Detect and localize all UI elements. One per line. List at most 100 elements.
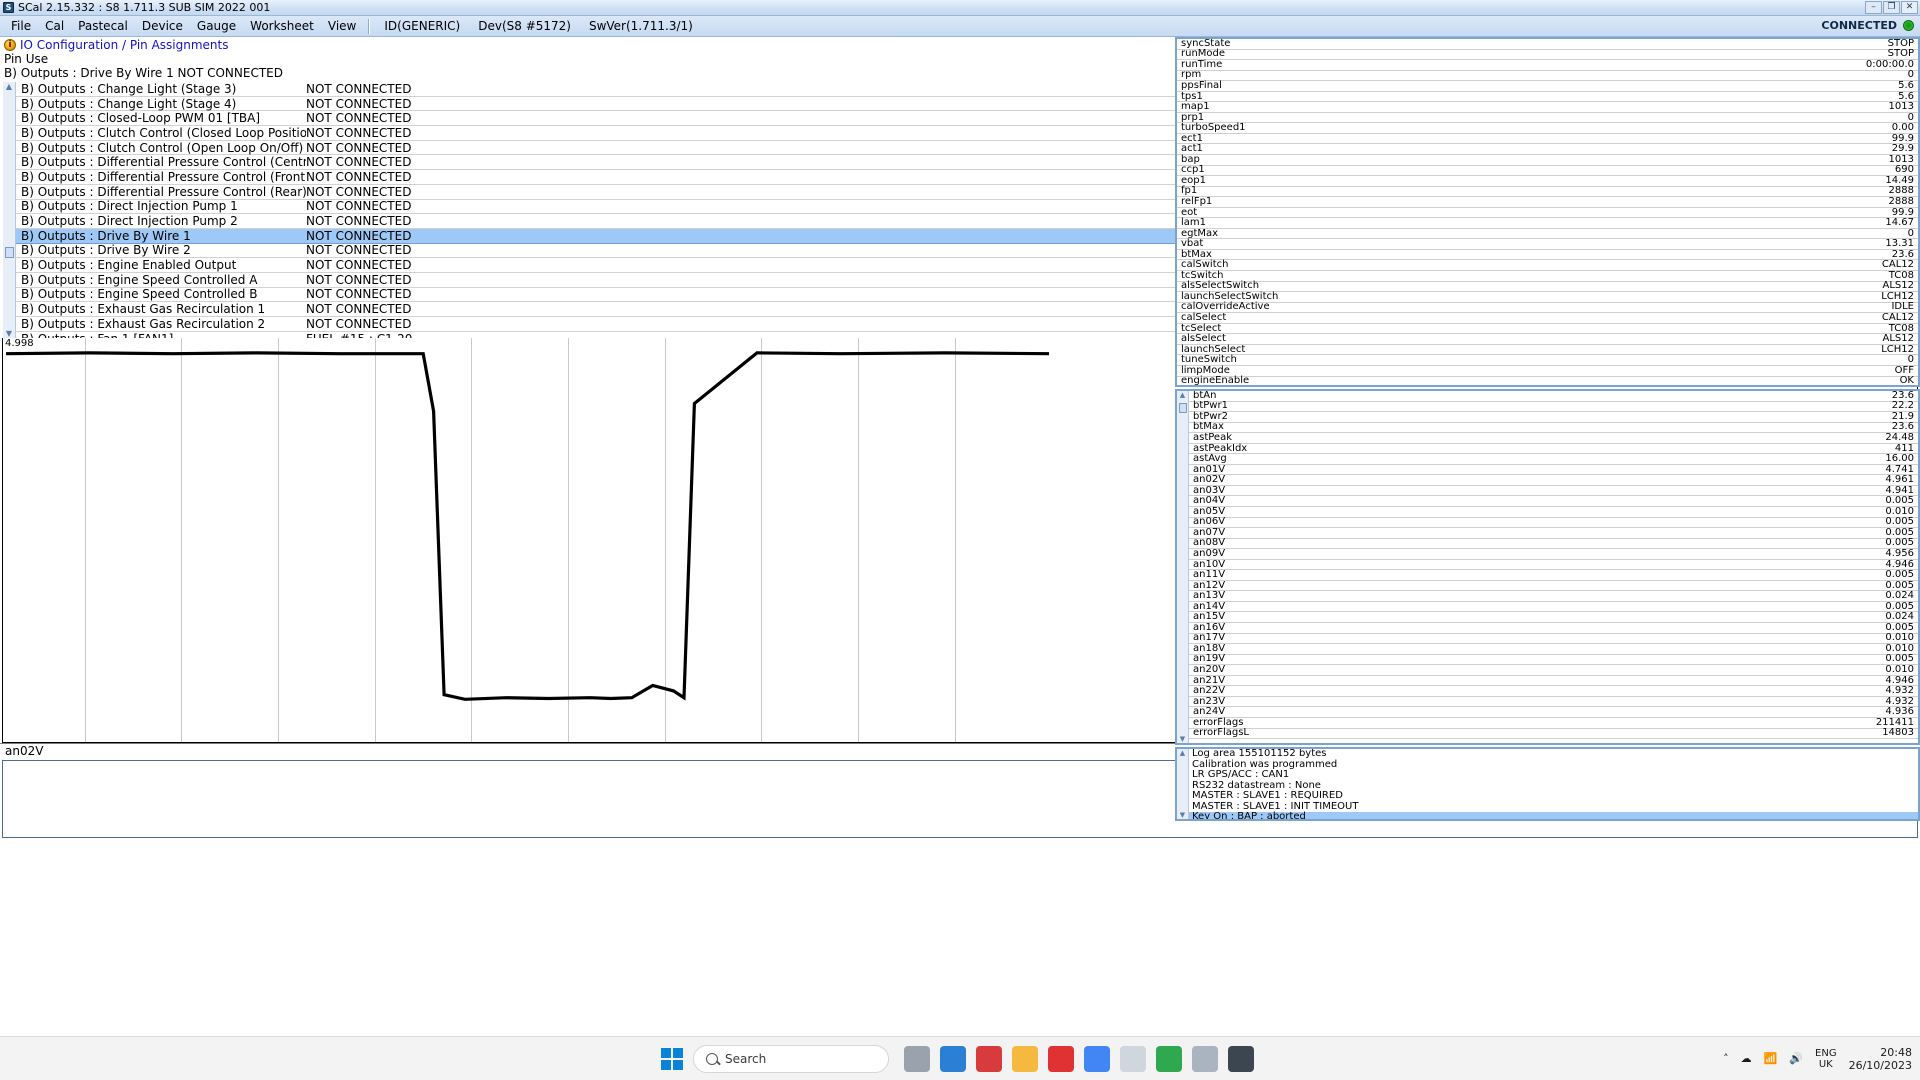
menu-gauge[interactable]: Gauge (190, 17, 243, 35)
analog-panel-scrollbar[interactable]: ▲ ▼ (1177, 391, 1189, 743)
widgets-icon[interactable] (940, 1046, 966, 1072)
windows-logo-icon[interactable] (661, 1048, 683, 1070)
scroll-down-icon[interactable]: ▼ (1177, 811, 1188, 819)
scroll-down-icon[interactable]: ▼ (3, 329, 15, 338)
data-row[interactable]: an07V0.005 (1189, 528, 1918, 539)
data-row[interactable]: fp12888 (1177, 187, 1918, 198)
data-row[interactable]: btMax23.6 (1177, 250, 1918, 261)
data-row[interactable]: vbat13.31 (1177, 239, 1918, 250)
onedrive-icon[interactable]: ☁ (1741, 1052, 1752, 1065)
data-row[interactable]: astPeak24.48 (1189, 433, 1918, 444)
data-row[interactable]: alsSelectSwitchALS12 (1177, 282, 1918, 293)
log-row[interactable]: MASTER : SLAVE1 : REQUIRED (1189, 791, 1918, 802)
teams-icon[interactable] (976, 1046, 1002, 1072)
data-row[interactable]: an15V0.024 (1189, 612, 1918, 623)
paint-icon[interactable] (1120, 1046, 1146, 1072)
data-row[interactable]: an09V4.956 (1189, 549, 1918, 560)
minimize-button[interactable]: – (1865, 1, 1882, 14)
data-row[interactable]: ect199.9 (1177, 134, 1918, 145)
data-row[interactable]: tcSwitchTC08 (1177, 271, 1918, 282)
scroll-thumb[interactable] (5, 247, 14, 258)
data-row[interactable]: lam114.67 (1177, 218, 1918, 229)
opera-icon[interactable] (1048, 1046, 1074, 1072)
data-row[interactable]: launchSelectSwitchLCH12 (1177, 292, 1918, 303)
dropbox-icon[interactable] (1156, 1046, 1182, 1072)
menu-cal[interactable]: Cal (38, 17, 71, 35)
clock[interactable]: 20:48 26/10/2023 (1849, 1046, 1912, 1072)
task-view-icon[interactable] (904, 1046, 930, 1072)
data-row[interactable]: an12V0.005 (1189, 581, 1918, 592)
data-row[interactable]: calSwitchCAL12 (1177, 260, 1918, 271)
data-row[interactable]: prp10 (1177, 113, 1918, 124)
data-row[interactable]: an19V0.005 (1189, 655, 1918, 666)
data-row[interactable]: astAvg16.00 (1189, 454, 1918, 465)
data-row[interactable]: an04V0.005 (1189, 496, 1918, 507)
data-row[interactable]: btPwr122.2 (1189, 402, 1918, 413)
data-row[interactable]: an08V0.005 (1189, 539, 1918, 550)
data-row[interactable]: an21V4.946 (1189, 676, 1918, 687)
data-row[interactable]: bap1013 (1177, 155, 1918, 166)
menu-worksheet[interactable]: Worksheet (243, 17, 321, 35)
menu-device[interactable]: Device (135, 17, 190, 35)
data-row[interactable]: tcSelectTC08 (1177, 324, 1918, 335)
scroll-up-icon[interactable]: ▲ (1177, 391, 1188, 399)
network-icon[interactable]: 📶 (1764, 1052, 1778, 1065)
data-row[interactable]: an01V4.741 (1189, 465, 1918, 476)
log-row[interactable]: Calibration was programmed (1189, 760, 1918, 771)
tray-chevron-icon[interactable]: ˄ (1723, 1052, 1729, 1065)
data-row[interactable]: btPwr221.9 (1189, 412, 1918, 423)
data-row[interactable]: tuneSwitch0 (1177, 355, 1918, 366)
data-row[interactable]: launchSelectLCH12 (1177, 345, 1918, 356)
data-row[interactable]: an13V0.024 (1189, 591, 1918, 602)
log-panel-scrollbar[interactable]: ▲ ▼ (1177, 749, 1189, 819)
volume-icon[interactable]: 🔊 (1789, 1052, 1803, 1065)
data-row[interactable]: syncStateSTOP (1177, 39, 1918, 50)
data-row[interactable]: engineEnableOK (1177, 377, 1918, 388)
data-row[interactable]: relFp12888 (1177, 197, 1918, 208)
word-icon[interactable] (1192, 1046, 1218, 1072)
scal-icon[interactable] (1228, 1046, 1254, 1072)
language-indicator[interactable]: ENG UK (1815, 1048, 1837, 1070)
data-row[interactable]: errorFlagsL14803 (1189, 729, 1918, 740)
file-explorer-icon[interactable] (1012, 1046, 1038, 1072)
data-row[interactable]: an18V0.010 (1189, 644, 1918, 655)
scroll-up-icon[interactable]: ▲ (3, 82, 15, 91)
maximize-button[interactable]: ❐ (1883, 1, 1900, 14)
log-row[interactable]: Log area 155101152 bytes (1189, 749, 1918, 760)
data-row[interactable]: limpModeOFF (1177, 366, 1918, 377)
data-row[interactable]: calSelectCAL12 (1177, 313, 1918, 324)
log-row[interactable]: Key On : BAP : aborted (1189, 812, 1918, 821)
menu-pastecal[interactable]: Pastecal (71, 17, 135, 35)
menu-file[interactable]: File (4, 17, 38, 35)
data-row[interactable]: an10V4.946 (1189, 560, 1918, 571)
data-row[interactable]: btAn23.6 (1189, 391, 1918, 402)
data-row[interactable]: ccp1690 (1177, 166, 1918, 177)
scroll-up-icon[interactable]: ▲ (1177, 749, 1188, 757)
data-row[interactable]: an11V0.005 (1189, 570, 1918, 581)
data-row[interactable]: eop114.49 (1177, 176, 1918, 187)
data-row[interactable]: an16V0.005 (1189, 623, 1918, 634)
menu-view[interactable]: View (321, 17, 363, 35)
log-row[interactable]: LR GPS/ACC : CAN1 (1189, 770, 1918, 781)
data-row[interactable]: egtMax0 (1177, 229, 1918, 240)
data-row[interactable]: an22V4.932 (1189, 686, 1918, 697)
data-row[interactable]: an03V4.941 (1189, 486, 1918, 497)
data-row[interactable]: an06V0.005 (1189, 518, 1918, 529)
data-row[interactable]: ppsFinal5.6 (1177, 81, 1918, 92)
scroll-thumb[interactable] (1179, 403, 1187, 413)
data-row[interactable]: act129.9 (1177, 144, 1918, 155)
data-row[interactable]: rpm0 (1177, 71, 1918, 82)
data-row[interactable]: an14V0.005 (1189, 602, 1918, 613)
search-input[interactable]: Search (693, 1045, 889, 1073)
chrome-icon[interactable] (1084, 1046, 1110, 1072)
data-row[interactable]: tps15.6 (1177, 92, 1918, 103)
data-row[interactable]: eot99.9 (1177, 208, 1918, 219)
data-row[interactable]: btMax23.6 (1189, 423, 1918, 434)
data-row[interactable]: an20V0.010 (1189, 665, 1918, 676)
data-row[interactable]: calOverrideActiveIDLE (1177, 303, 1918, 314)
data-row[interactable]: an23V4.932 (1189, 697, 1918, 708)
data-row[interactable]: errorFlags211411 (1189, 718, 1918, 729)
data-row[interactable]: alsSelectALS12 (1177, 334, 1918, 345)
data-row[interactable]: map11013 (1177, 102, 1918, 113)
data-row[interactable]: an17V0.010 (1189, 634, 1918, 645)
